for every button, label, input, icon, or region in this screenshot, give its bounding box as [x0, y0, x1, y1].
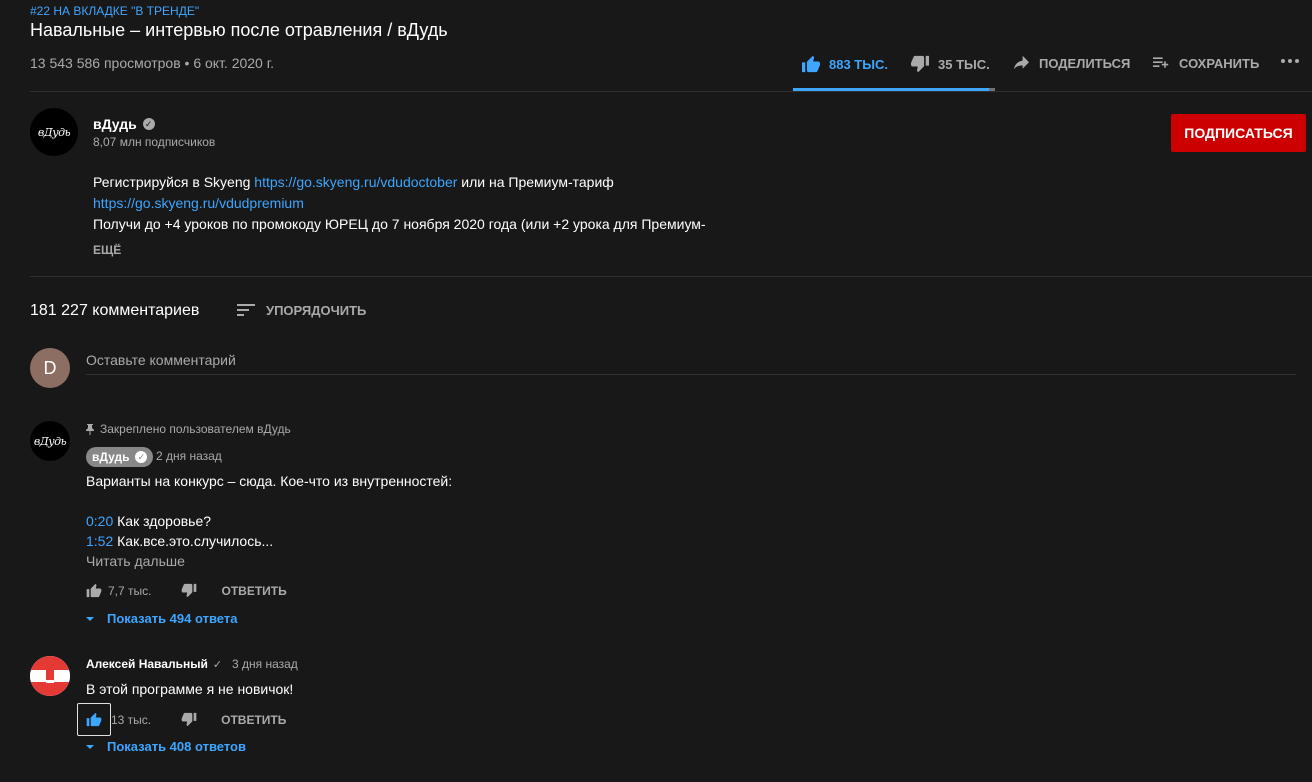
like-button[interactable]: 883 ТЫС. — [801, 55, 888, 73]
comment-author-name: Алексей Навальный — [86, 657, 208, 671]
user-avatar: D — [30, 348, 70, 388]
comment-toolbar: 13 тыс. ОТВЕТИТЬ — [77, 703, 286, 736]
show-replies-button[interactable]: Показать 494 ответа — [85, 611, 237, 626]
comment-timestamp-line: 1:52 Как.все.это.случилось... — [86, 531, 273, 551]
read-more-button[interactable]: Читать дальше — [86, 553, 185, 569]
save-button[interactable]: СОХРАНИТЬ — [1151, 55, 1259, 71]
sort-icon — [236, 302, 256, 318]
video-description: Регистрируйся в Skyeng https://go.skyeng… — [93, 172, 753, 235]
comment-author-avatar[interactable] — [30, 656, 70, 696]
timestamp-label: Как здоровье? — [113, 513, 212, 529]
thumb-down-icon — [910, 55, 930, 73]
comment-author: вДудь — [92, 450, 130, 464]
comment-time[interactable]: 3 дня назад — [232, 657, 298, 671]
thumb-down-icon — [181, 712, 197, 727]
comment-like-button[interactable] — [86, 583, 102, 598]
channel-avatar[interactable]: вДудь — [30, 108, 78, 156]
show-replies-label: Показать 408 ответов — [107, 739, 246, 754]
more-actions-button[interactable] — [1280, 58, 1308, 64]
thumb-up-icon — [86, 583, 102, 598]
show-replies-button[interactable]: Показать 408 ответов — [85, 739, 246, 754]
view-count-date: 13 543 586 просмотров • 6 окт. 2020 г. — [30, 55, 275, 71]
dislike-button[interactable]: 35 ТЫС. — [910, 55, 990, 73]
subscribe-button[interactable]: ПОДПИСАТЬСЯ — [1171, 114, 1306, 152]
pinned-text: Закреплено пользователем вДудь — [100, 422, 291, 436]
channel-logo-text: вДудь — [37, 125, 71, 139]
timestamp-link[interactable]: 1:52 — [86, 533, 113, 549]
comment-timestamp-line: 0:20 Как здоровье? — [86, 511, 211, 531]
share-icon — [1011, 55, 1031, 71]
comment-dislike-button[interactable] — [181, 583, 197, 598]
reply-button[interactable]: ОТВЕТИТЬ — [221, 713, 286, 727]
divider — [30, 276, 1312, 277]
like-count: 883 ТЫС. — [829, 56, 888, 72]
save-label: СОХРАНИТЬ — [1179, 55, 1260, 71]
comment-author[interactable]: Алексей Навальный ✓ — [86, 657, 222, 671]
thumb-up-icon — [86, 712, 102, 727]
reply-button[interactable]: ОТВЕТИТЬ — [221, 584, 286, 598]
channel-logo-text: вДудь — [33, 434, 67, 448]
verified-icon: ✓ — [142, 118, 155, 130]
pin-icon — [86, 423, 94, 435]
timestamp-link[interactable]: 0:20 — [86, 513, 113, 529]
subscriber-count: 8,07 млн подписчиков — [93, 135, 216, 149]
channel-name[interactable]: вДудь ✓ — [93, 116, 155, 132]
channel-name-text: вДудь — [93, 116, 137, 132]
caret-down-icon — [86, 744, 94, 749]
thumb-up-icon — [801, 55, 821, 73]
divider — [30, 91, 1312, 92]
comment-like-count: 7,7 тыс. — [108, 583, 152, 598]
comment-input[interactable]: Оставьте комментарий — [86, 350, 1296, 375]
comment-text: В этой программе я не новичок! — [86, 681, 294, 697]
pinned-label: Закреплено пользователем вДудь — [86, 422, 291, 436]
desc-link-october[interactable]: https://go.skyeng.ru/vdudoctober — [254, 174, 457, 190]
comment-count: 181 227 комментариев — [30, 302, 200, 319]
comment-like-count: 13 тыс. — [111, 712, 152, 727]
video-title: Навальные – интервью после отравления / … — [30, 20, 448, 40]
sort-label: УПОРЯДОЧИТЬ — [266, 302, 367, 318]
more-icon — [1280, 58, 1300, 64]
comment-dislike-button[interactable] — [181, 712, 197, 727]
sort-comments-button[interactable]: УПОРЯДОЧИТЬ — [236, 302, 366, 318]
show-more-button[interactable]: ЕЩЁ — [93, 243, 121, 257]
share-button[interactable]: ПОДЕЛИТЬСЯ — [1011, 55, 1130, 71]
comment-text: Варианты на конкурс – сюда. Кое-что из в… — [86, 473, 453, 489]
comment-author-avatar[interactable]: вДудь — [30, 421, 70, 461]
desc-line1-tail: или на Премиум-тариф — [457, 174, 614, 190]
timestamp-label: Как.все.это.случилось... — [113, 533, 274, 549]
desc-line3-text: Получи до +4 уроков по промокоду ЮРЕЦ до… — [93, 216, 706, 232]
show-replies-label: Показать 494 ответа — [107, 611, 238, 626]
comment-author-badge[interactable]: вДудь ✓ — [86, 447, 154, 467]
verified-icon: ✓ — [135, 451, 148, 463]
caret-down-icon — [86, 616, 94, 621]
trending-badge[interactable]: #22 НА ВКЛАДКЕ "В ТРЕНДЕ" — [30, 4, 199, 18]
verified-icon: ✓ — [212, 658, 223, 671]
comment-toolbar: 7,7 тыс. ОТВЕТИТЬ — [86, 583, 287, 598]
dislike-count: 35 ТЫС. — [938, 56, 990, 72]
comment-time[interactable]: 2 дня назад — [156, 449, 222, 463]
thumb-down-icon — [182, 583, 197, 598]
comment-like-button[interactable] — [77, 703, 111, 736]
navalny-logo-icon — [30, 656, 70, 696]
desc-line1-text: Регистрируйся в Skyeng — [93, 174, 255, 190]
share-label: ПОДЕЛИТЬСЯ — [1039, 55, 1131, 71]
playlist-add-icon — [1151, 55, 1171, 71]
desc-link-premium[interactable]: https://go.skyeng.ru/vdudpremium — [93, 195, 304, 211]
